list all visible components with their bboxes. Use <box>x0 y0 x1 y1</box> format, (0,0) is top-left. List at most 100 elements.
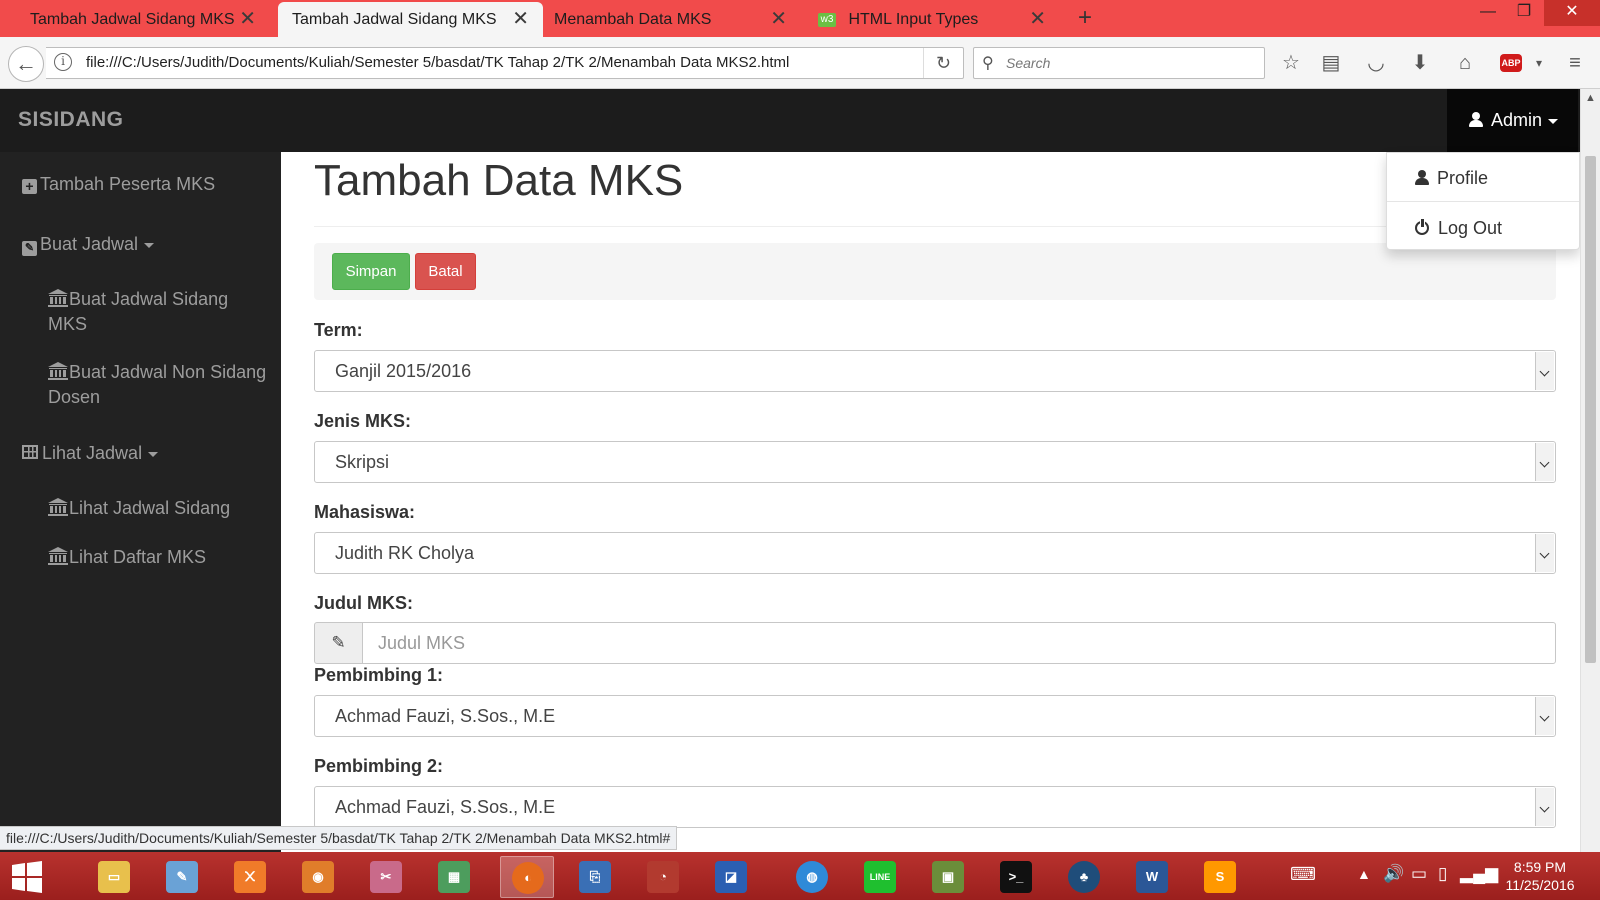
address-bar[interactable]: i file:///C:/Users/Judith/Documents/Kuli… <box>46 47 964 79</box>
reload-icon[interactable]: ↻ <box>923 48 963 78</box>
home-icon[interactable]: ⌂ <box>1450 49 1480 77</box>
judul-mks-input[interactable] <box>362 622 1556 664</box>
browser-tab[interactable]: Tambah Jadwal Sidang MKS ✕ <box>0 2 270 37</box>
sidebar-item-buat-jadwal[interactable]: ✎ Buat Jadwal <box>22 232 155 257</box>
judul-mks-label: Judul MKS: <box>314 593 413 613</box>
save-button[interactable]: Simpan <box>332 253 410 290</box>
battery-icon[interactable]: ▯ <box>1438 864 1447 884</box>
mahasiswa-value: Judith RK Cholya <box>335 543 475 563</box>
sidebar-item-lihat-jadwal-sidang[interactable]: Lihat Jadwal Sidang <box>48 496 268 521</box>
folder-tool-icon[interactable]: ◪ <box>704 856 758 898</box>
pembimbing-2-select[interactable]: Achmad Fauzi, S.Sos., M.E <box>314 786 1556 828</box>
minecraft-icon[interactable]: ▣ <box>921 856 975 898</box>
sidebar: + Tambah Peserta MKS ✎ Buat Jadwal Buat Ja… <box>0 152 281 870</box>
cancel-button[interactable]: Batal <box>415 253 476 290</box>
network-tool-icon[interactable]: ▦ <box>427 856 481 898</box>
paint-icon[interactable]: ✎ <box>155 856 209 898</box>
volume-icon[interactable]: 🔊 <box>1383 864 1404 884</box>
power-icon <box>1415 218 1429 235</box>
paint-tool-icon[interactable]: ✂ <box>359 856 413 898</box>
sidebar-item-lihat-jadwal[interactable]: Lihat Jadwal <box>22 441 159 466</box>
browser-tool-icon[interactable]: ◍ <box>785 856 839 898</box>
scroll-up-icon[interactable]: ▲ <box>1581 89 1600 107</box>
admin-menu-toggle[interactable]: Admin <box>1447 89 1578 152</box>
tree-tool-icon[interactable]: ♣ <box>1057 856 1111 898</box>
firefox-icon[interactable]: ◐ <box>500 856 554 898</box>
browser-tab[interactable]: w3 HTML Input Types ✕ <box>808 2 1060 37</box>
term-select[interactable]: Ganjil 2015/2016 <box>314 350 1556 392</box>
close-icon[interactable]: ✕ <box>512 2 529 37</box>
pencil-icon: ✎ <box>314 622 363 664</box>
chevron-down-icon[interactable] <box>1535 534 1554 572</box>
browser-tab[interactable]: Menambah Data MKS ✕ <box>546 2 801 37</box>
info-icon[interactable]: i <box>54 53 72 71</box>
edit-icon: ✎ <box>22 241 37 256</box>
sidebar-item-lihat-daftar-mks[interactable]: Lihat Daftar MKS <box>48 545 268 570</box>
table-icon <box>22 445 38 459</box>
pembimbing-1-value: Achmad Fauzi, S.Sos., M.E <box>335 706 556 726</box>
browser-toolbar: ← i file:///C:/Users/Judith/Documents/Ku… <box>0 37 1600 89</box>
reading-list-icon[interactable]: ▤ <box>1316 49 1346 77</box>
mahasiswa-label: Mahasiswa: <box>314 502 416 522</box>
clock-date: 11/25/2016 <box>1505 877 1575 893</box>
line-icon[interactable]: LINE <box>853 856 907 898</box>
plus-square-icon: + <box>22 179 37 194</box>
browser-tab-active[interactable]: Tambah Jadwal Sidang MKS ✕ <box>278 2 543 37</box>
sidebar-item-buat-jadwal-sidang[interactable]: Buat Jadwal Sidang MKS <box>48 287 268 337</box>
close-icon[interactable]: ✕ <box>1029 2 1046 37</box>
pembimbing-1-select[interactable]: Achmad Fauzi, S.Sos., M.E <box>314 695 1556 737</box>
adblock-icon[interactable]: ABP <box>1500 54 1522 72</box>
window-close-icon[interactable]: ✕ <box>1544 0 1600 26</box>
menu-divider <box>1387 201 1579 202</box>
blender-icon[interactable]: ◉ <box>291 856 345 898</box>
tab-title: HTML Input Types <box>848 11 979 28</box>
pembimbing-2-label: Pembimbing 2: <box>314 756 444 776</box>
keyboard-icon[interactable]: ⌨ <box>1290 864 1316 885</box>
signal-icon[interactable]: ▂▄▆ <box>1460 864 1498 884</box>
sidebar-item-label: Lihat Jadwal <box>42 443 143 463</box>
menu-item-profile[interactable]: Profile <box>1387 158 1579 198</box>
restore-icon[interactable]: ❐ <box>1500 0 1548 26</box>
action-center-icon[interactable]: ▭ <box>1411 864 1427 884</box>
pocket-icon[interactable]: ◡ <box>1361 49 1391 77</box>
page-scrollbar[interactable]: ▲ ▼ <box>1580 89 1600 870</box>
file-explorer-icon[interactable]: ▭ <box>87 856 141 898</box>
sidebar-item-label: Lihat Jadwal Sidang <box>69 498 231 518</box>
clock[interactable]: 8:59 PM 11/25/2016 <box>1495 858 1585 894</box>
close-icon[interactable]: ✕ <box>239 2 256 37</box>
judul-mks-group: ✎ <box>314 622 1556 664</box>
sidebar-item-label: Buat Jadwal Non Sidang Dosen <box>48 362 267 407</box>
bookmark-star-icon[interactable]: ☆ <box>1276 49 1306 77</box>
url-text[interactable]: file:///C:/Users/Judith/Documents/Kuliah… <box>86 54 789 71</box>
action-bar: Simpan Batal <box>314 243 1556 300</box>
back-arrow-icon[interactable]: ← <box>8 46 44 82</box>
sidebar-item-tambah-peserta[interactable]: + Tambah Peserta MKS <box>22 172 215 197</box>
chevron-down-icon[interactable] <box>1535 443 1554 481</box>
close-icon[interactable]: ✕ <box>770 2 787 37</box>
chevron-down-icon[interactable] <box>1535 788 1554 826</box>
sidebar-item-buat-jadwal-non-sidang[interactable]: Buat Jadwal Non Sidang Dosen <box>48 360 268 410</box>
photo-tool-icon[interactable]: ◔ <box>636 856 690 898</box>
sublime-icon[interactable]: S <box>1193 856 1247 898</box>
menu-item-logout[interactable]: Log Out <box>1387 208 1579 248</box>
page-title: Tambah Data MKS <box>314 156 684 205</box>
tab-title: Tambah Jadwal Sidang MKS <box>30 11 235 28</box>
brand-logo[interactable]: SISIDANG <box>18 108 124 132</box>
scrollbar-thumb[interactable] <box>1585 156 1596 663</box>
hamburger-menu-icon[interactable]: ≡ <box>1560 49 1590 77</box>
new-tab-icon[interactable]: + <box>1078 4 1092 32</box>
word-icon[interactable]: W <box>1125 856 1179 898</box>
windows-start-icon[interactable] <box>10 860 44 894</box>
remote-desktop-icon[interactable]: ⎘ <box>568 856 622 898</box>
mahasiswa-select[interactable]: Judith RK Cholya <box>314 532 1556 574</box>
tray-expand-icon[interactable]: ▲ <box>1357 866 1371 882</box>
xampp-icon[interactable]: ᙭ <box>223 856 277 898</box>
chevron-down-icon[interactable] <box>1535 352 1554 390</box>
terminal-icon[interactable]: >_ <box>989 856 1043 898</box>
page-viewport: SISIDANG Admin + Tambah Peserta MKS ✎ Buat… <box>0 89 1600 870</box>
browser-search-box[interactable]: ⚲ Search <box>973 47 1265 79</box>
jenis-mks-select[interactable]: Skripsi <box>314 441 1556 483</box>
chevron-down-icon[interactable]: ▾ <box>1524 49 1554 77</box>
download-icon[interactable]: ⬇ <box>1405 49 1435 77</box>
chevron-down-icon[interactable] <box>1535 697 1554 735</box>
